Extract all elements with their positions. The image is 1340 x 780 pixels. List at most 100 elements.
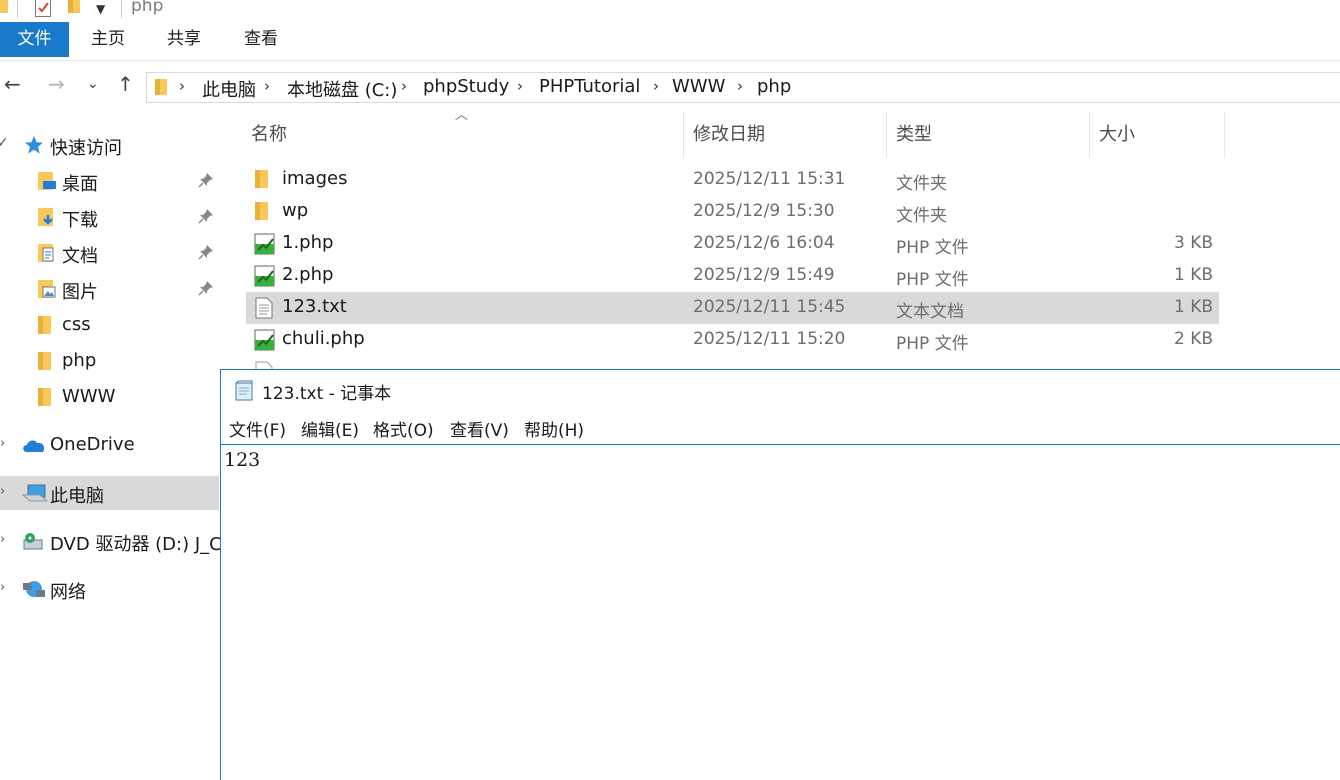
- nav-item-www[interactable]: WWW: [0, 380, 219, 414]
- file-size: 1 KB: [1173, 265, 1213, 285]
- back-arrow-icon[interactable]: ←: [4, 72, 21, 96]
- nav-this-pc[interactable]: › 此电脑: [0, 476, 219, 510]
- folder-icon: [38, 388, 51, 406]
- breadcrumb-separator-icon[interactable]: ›: [401, 77, 407, 95]
- folder-icon: [155, 79, 167, 95]
- file-list: ︿ 名称 修改日期 类型 大小 images 2025/12/11 15:31 …: [221, 112, 1340, 372]
- pin-icon[interactable]: [198, 172, 214, 188]
- breadcrumb-separator-icon[interactable]: ›: [517, 77, 523, 95]
- file-row[interactable]: wp 2025/12/9 15:30 文件夹: [246, 196, 1219, 228]
- properties-check-icon[interactable]: [35, 0, 51, 17]
- file-row[interactable]: images 2025/12/11 15:31 文件夹: [246, 164, 1219, 196]
- tab-view[interactable]: 查看: [235, 22, 287, 57]
- quick-access-toolbar: ▼ php: [0, 0, 1340, 22]
- new-folder-icon[interactable]: [68, 0, 80, 14]
- expand-chevron-icon[interactable]: ›: [0, 436, 5, 451]
- menu-edit[interactable]: 编辑(E): [301, 416, 359, 441]
- notepad-text-area[interactable]: 123: [221, 444, 1340, 780]
- file-type: PHP 文件: [896, 238, 969, 258]
- nav-onedrive[interactable]: › OneDrive: [0, 428, 219, 462]
- notepad-icon: [235, 380, 253, 401]
- breadcrumb-item[interactable]: PHPTutorial: [539, 76, 640, 97]
- file-row[interactable]: chuli.php 2025/12/11 15:20 PHP 文件 2 KB: [246, 324, 1219, 356]
- network-icon: [23, 581, 45, 597]
- menu-help[interactable]: 帮助(H): [524, 416, 584, 441]
- nav-network[interactable]: › 网络: [0, 572, 219, 606]
- pin-icon[interactable]: [198, 208, 214, 224]
- tab-share[interactable]: 共享: [158, 22, 210, 57]
- nav-item-downloads[interactable]: 下载: [0, 200, 219, 234]
- file-row[interactable]: 1.php 2025/12/6 16:04 PHP 文件 3 KB: [246, 228, 1219, 260]
- file-name: chuli.php: [282, 328, 365, 349]
- breadcrumb-item[interactable]: phpStudy: [423, 76, 509, 97]
- breadcrumb-separator-icon[interactable]: ›: [653, 77, 659, 95]
- file-size: 1 KB: [1173, 297, 1213, 317]
- tab-file[interactable]: 文件: [0, 22, 69, 57]
- toolbar-divider: [121, 0, 122, 18]
- file-date: 2025/12/9 15:30: [693, 201, 835, 221]
- file-row[interactable]: 2.php 2025/12/9 15:49 PHP 文件 1 KB: [246, 260, 1219, 292]
- file-name: 2.php: [282, 264, 334, 285]
- tab-home[interactable]: 主页: [82, 22, 134, 57]
- file-date: 2025/12/9 15:49: [693, 265, 835, 285]
- breadcrumb-item[interactable]: WWW: [672, 76, 725, 97]
- documents-folder-icon: [38, 244, 54, 262]
- up-arrow-icon[interactable]: ↑: [117, 72, 134, 96]
- forward-arrow-icon[interactable]: →: [48, 72, 65, 96]
- nav-label: 图片: [62, 282, 98, 303]
- breadcrumb-separator-icon[interactable]: ›: [737, 77, 743, 95]
- nav-label: 文档: [62, 246, 98, 267]
- file-size: 2 KB: [1173, 329, 1213, 349]
- expand-chevron-icon[interactable]: ›: [0, 532, 5, 547]
- address-bar[interactable]: › 此电脑 › 本地磁盘 (C:) › phpStudy › PHPTutori…: [146, 72, 1340, 103]
- file-date: 2025/12/6 16:04: [693, 233, 835, 253]
- file-date: 2025/12/11 15:31: [693, 169, 846, 189]
- expand-chevron-icon[interactable]: ›: [0, 580, 5, 595]
- pin-icon[interactable]: [198, 280, 214, 296]
- computer-icon: [22, 484, 48, 502]
- file-date: 2025/12/11 15:45: [693, 297, 846, 317]
- ribbon-tabs: 文件 主页 共享 查看: [0, 22, 1340, 61]
- file-type: 文件夹: [896, 206, 947, 226]
- menu-format[interactable]: 格式(O): [373, 416, 434, 441]
- nav-label: css: [62, 314, 91, 335]
- navigation-pane: ✓ 快速访问 桌面 下载 文档 图片 css php WWW › OneDriv…: [0, 112, 227, 780]
- breadcrumb-item[interactable]: 此电脑: [202, 76, 256, 102]
- column-header-date[interactable]: 修改日期: [684, 112, 887, 158]
- column-header-size[interactable]: 大小: [1090, 112, 1225, 158]
- breadcrumb-item[interactable]: 本地磁盘 (C:): [287, 76, 397, 102]
- file-row-selected[interactable]: 123.txt 2025/12/11 15:45 文本文档 1 KB: [246, 292, 1219, 324]
- column-header-type[interactable]: 类型: [887, 112, 1090, 158]
- notepad-title-bar[interactable]: 123.txt - 记事本: [221, 370, 1340, 412]
- nav-dvd-drive[interactable]: › DVD 驱动器 (D:) J_CI: [0, 524, 227, 558]
- nav-label: 网络: [50, 582, 86, 603]
- menu-view[interactable]: 查看(V): [450, 416, 509, 441]
- breadcrumb-item[interactable]: php: [757, 76, 791, 97]
- nav-item-documents[interactable]: 文档: [0, 236, 219, 270]
- menu-file[interactable]: 文件(F): [229, 416, 286, 441]
- expand-chevron-icon[interactable]: ›: [0, 484, 5, 499]
- recent-locations-chevron-icon[interactable]: ⌄: [87, 76, 99, 92]
- nav-quick-access[interactable]: ✓ 快速访问: [0, 128, 219, 162]
- nav-item-php[interactable]: php: [0, 344, 219, 378]
- pin-icon[interactable]: [198, 244, 214, 260]
- nav-item-pictures[interactable]: 图片: [0, 272, 219, 306]
- nav-label: WWW: [62, 386, 116, 407]
- file-date: 2025/12/11 15:20: [693, 329, 846, 349]
- notepad-title: 123.txt - 记事本: [262, 384, 392, 404]
- nav-item-css[interactable]: css: [0, 308, 219, 342]
- customize-toolbar-dropdown-icon[interactable]: ▼: [96, 2, 105, 16]
- expand-chevron-icon[interactable]: ✓: [0, 135, 9, 151]
- breadcrumb-separator-icon[interactable]: ›: [264, 77, 270, 95]
- notepad-window[interactable]: 123.txt - 记事本 文件(F) 编辑(E) 格式(O) 查看(V) 帮助…: [220, 369, 1340, 780]
- dvd-drive-icon: [23, 533, 43, 550]
- column-header-name[interactable]: 名称: [242, 112, 684, 158]
- nav-label: 快速访问: [50, 138, 122, 159]
- toolbar-divider: [17, 0, 18, 18]
- downloads-folder-icon: [38, 208, 53, 226]
- folder-icon[interactable]: [0, 0, 12, 14]
- breadcrumb-separator-icon[interactable]: ›: [179, 77, 185, 95]
- nav-label: 桌面: [62, 174, 98, 195]
- nav-label: DVD 驱动器 (D:) J_CI: [50, 534, 228, 555]
- nav-item-desktop[interactable]: 桌面: [0, 164, 219, 198]
